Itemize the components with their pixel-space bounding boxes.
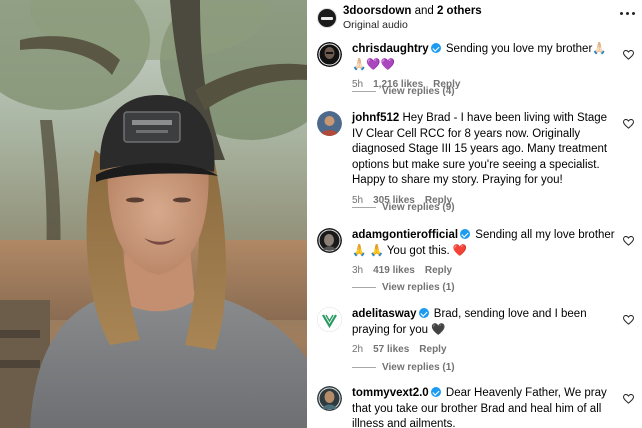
view-replies-link[interactable]: View replies (1) [352,282,455,293]
video-player[interactable] [0,0,307,428]
comment-likes[interactable]: 57 likes [373,344,409,355]
comments-panel: 3doorsdown and 2 others Original audio c… [307,0,642,428]
comment-content: tommyvext2.0 Dear Heavenly Father, We pr… [352,386,620,428]
heart-outline-icon[interactable] [623,315,634,325]
comment-username[interactable]: chrisdaughtry [352,43,429,55]
view-replies-link[interactable]: View replies (1) [352,362,455,373]
author-username[interactable]: 3doorsdown [343,5,411,17]
comment-meta: 2h 57 likes Reply [352,342,620,358]
commenter-avatar[interactable] [317,42,342,67]
audio-label[interactable]: Original audio [343,19,408,31]
comment-content: adelitasway Brad, sending love and I bee… [352,307,620,358]
view-replies-link[interactable]: View replies (9) [352,202,455,213]
reply-button[interactable]: Reply [419,344,446,355]
comment-content: chrisdaughtry Sending you love my brothe… [352,42,620,93]
comment-time: 2h [352,344,364,355]
comment-time: 3h [352,265,364,276]
account-avatar[interactable] [317,8,337,28]
commenter-avatar[interactable] [317,228,342,253]
post-header: 3doorsdown and 2 others Original audio [307,0,642,36]
comment-username[interactable]: adelitasway [352,308,417,320]
heart-outline-icon[interactable] [623,236,634,246]
comment-content: johnf512 Hey Brad - I have been living w… [352,111,620,208]
comment-username[interactable]: tommyvext2.0 [352,387,429,399]
reply-button[interactable]: Reply [425,265,452,276]
commenter-avatar[interactable] [317,111,342,136]
commenter-avatar[interactable] [317,307,342,332]
comment-username[interactable]: adamgontierofficial [352,229,458,241]
heart-outline-icon[interactable] [623,394,634,404]
comment-content: adamgontierofficial Sending all my love … [352,228,620,279]
comment-username[interactable]: johnf512 [352,112,399,124]
heart-outline-icon[interactable] [623,50,634,60]
more-horizontal-icon[interactable] [620,8,636,20]
view-replies-link[interactable]: View replies (4) [352,86,455,97]
comment-likes[interactable]: 419 likes [373,265,415,276]
verified-badge-icon [460,229,471,239]
post-authors[interactable]: 3doorsdown and 2 others [343,5,482,17]
comment-meta: 3h 419 likes Reply [352,263,620,279]
other-authors-link[interactable]: 2 others [437,5,482,17]
heart-outline-icon[interactable] [623,119,634,129]
verified-badge-icon [418,308,429,318]
verified-badge-icon [430,387,441,397]
verified-badge-icon [430,43,441,53]
video-frame [0,0,307,428]
authors-conjunction: and [411,5,437,17]
commenter-avatar[interactable] [317,386,342,411]
